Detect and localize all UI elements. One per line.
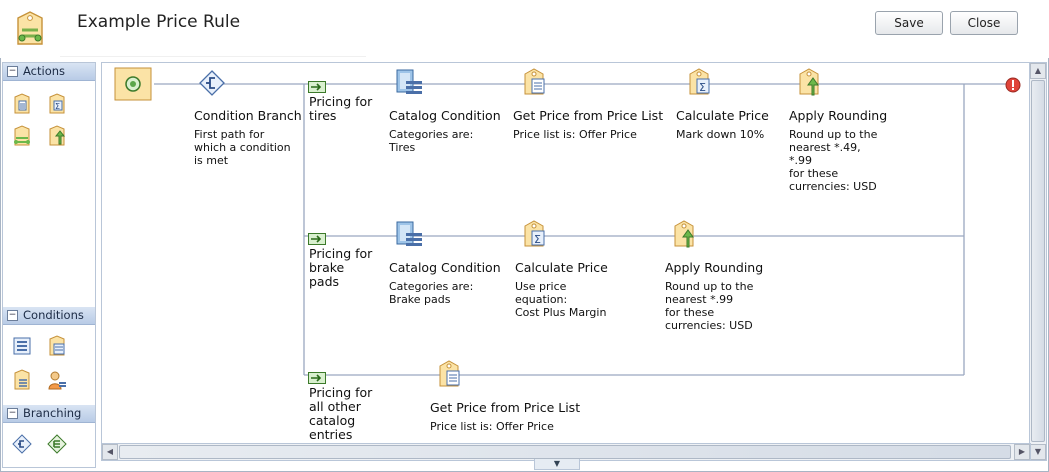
close-button[interactable]: Close (950, 11, 1018, 35)
catalog-condition-icon[interactable] (394, 219, 424, 249)
branching-section-header[interactable]: − Branching (3, 405, 95, 423)
scroll-up-icon[interactable]: ▲ (1030, 63, 1046, 79)
condition-branch-title[interactable]: Condition Branch (194, 109, 302, 123)
path-label-tires[interactable]: Pricing for tires (309, 95, 372, 123)
node-desc: Categories are: Brake pads (389, 280, 474, 306)
path-arrow-icon[interactable] (308, 230, 326, 245)
all-paths-branch-icon[interactable] (46, 433, 68, 455)
get-price-list-icon[interactable] (435, 359, 465, 389)
branching-list (3, 423, 95, 467)
conditions-section-label: Conditions (23, 308, 84, 322)
save-button[interactable]: Save (875, 11, 943, 35)
condition-branch-icon[interactable] (11, 433, 33, 455)
path-label-other-entries[interactable]: Pricing for all other catalog entries (309, 386, 372, 442)
get-price-action-icon[interactable] (11, 93, 33, 115)
price-rule-logo-icon (10, 10, 50, 50)
collapse-toggle-icon[interactable]: − (7, 310, 18, 321)
title-underline (60, 36, 366, 57)
header: Example Price Rule Save Close (0, 0, 1049, 58)
palette: − Actions Σ − Conditions − Branching (2, 62, 96, 468)
flow-canvas[interactable]: Condition Branch First path for which a … (101, 62, 1031, 444)
scroll-down-icon[interactable]: ▼ (1030, 444, 1046, 460)
node-desc: Mark down 10% (676, 128, 765, 141)
vertical-scroll-thumb[interactable] (1031, 80, 1045, 442)
end-node-icon[interactable] (1004, 76, 1022, 94)
calculate-price-icon[interactable]: Σ (685, 67, 715, 97)
horizontal-scroll-thumb[interactable] (119, 445, 1011, 459)
scroll-left-icon[interactable]: ◀ (102, 444, 118, 460)
conditions-section-header[interactable]: − Conditions (3, 307, 95, 325)
page-title: Example Price Rule (77, 12, 241, 32)
node-title[interactable]: Calculate Price (676, 109, 769, 123)
path-arrow-icon[interactable] (308, 78, 326, 93)
catalog-condition-icon[interactable] (46, 335, 68, 357)
branching-section-label: Branching (23, 406, 82, 420)
actions-section-header[interactable]: − Actions (3, 63, 95, 81)
customer-condition-icon[interactable] (46, 369, 68, 391)
node-title[interactable]: Apply Rounding (789, 109, 887, 123)
node-desc: Round up to the nearest *.99 for these c… (665, 280, 754, 332)
collapse-toggle-icon[interactable]: − (7, 408, 18, 419)
path-label-brake-pads[interactable]: Pricing for brake pads (309, 247, 372, 289)
scroll-right-icon[interactable]: ▶ (1014, 444, 1030, 460)
actions-list: Σ (3, 81, 95, 306)
node-desc: Price list is: Offer Price (430, 420, 554, 433)
node-desc: Use price equation: Cost Plus Margin (515, 280, 607, 319)
condition-branch-desc: First path for which a condition is met (194, 128, 291, 167)
svg-text:Σ: Σ (699, 81, 706, 94)
calculate-price-action-icon[interactable]: Σ (46, 93, 68, 115)
branch-action-icon[interactable] (11, 125, 33, 147)
condition-branch-icon[interactable] (198, 69, 226, 97)
actions-section-label: Actions (23, 64, 66, 78)
node-desc: Round up to the nearest *.49, *.99 for t… (789, 128, 878, 193)
path-arrow-icon[interactable] (308, 369, 326, 384)
catalog-condition-icon[interactable] (394, 67, 424, 97)
apply-rounding-icon[interactable] (795, 67, 825, 97)
start-node-icon[interactable] (114, 67, 152, 101)
svg-text:Σ: Σ (55, 102, 60, 111)
node-title[interactable]: Apply Rounding (665, 261, 763, 275)
price-condition-icon[interactable] (11, 369, 33, 391)
node-title[interactable]: Calculate Price (515, 261, 608, 275)
expand-panel-icon[interactable]: ▼ (534, 459, 580, 470)
node-title[interactable]: Catalog Condition (389, 109, 501, 123)
node-desc: Price list is: Offer Price (513, 128, 637, 141)
collapse-toggle-icon[interactable]: − (7, 66, 18, 77)
node-title[interactable]: Get Price from Price List (513, 109, 663, 123)
conditions-list (3, 325, 95, 403)
apply-rounding-icon[interactable] (670, 219, 700, 249)
list-condition-icon[interactable] (11, 335, 33, 357)
calculate-price-icon[interactable]: Σ (520, 219, 550, 249)
svg-text:Σ: Σ (534, 233, 541, 246)
node-title[interactable]: Catalog Condition (389, 261, 501, 275)
get-price-list-icon[interactable] (520, 67, 550, 97)
node-title[interactable]: Get Price from Price List (430, 401, 580, 415)
apply-rounding-action-icon[interactable] (46, 125, 68, 147)
vertical-scrollbar[interactable]: ▲ ▼ (1029, 62, 1047, 461)
node-desc: Categories are: Tires (389, 128, 474, 154)
